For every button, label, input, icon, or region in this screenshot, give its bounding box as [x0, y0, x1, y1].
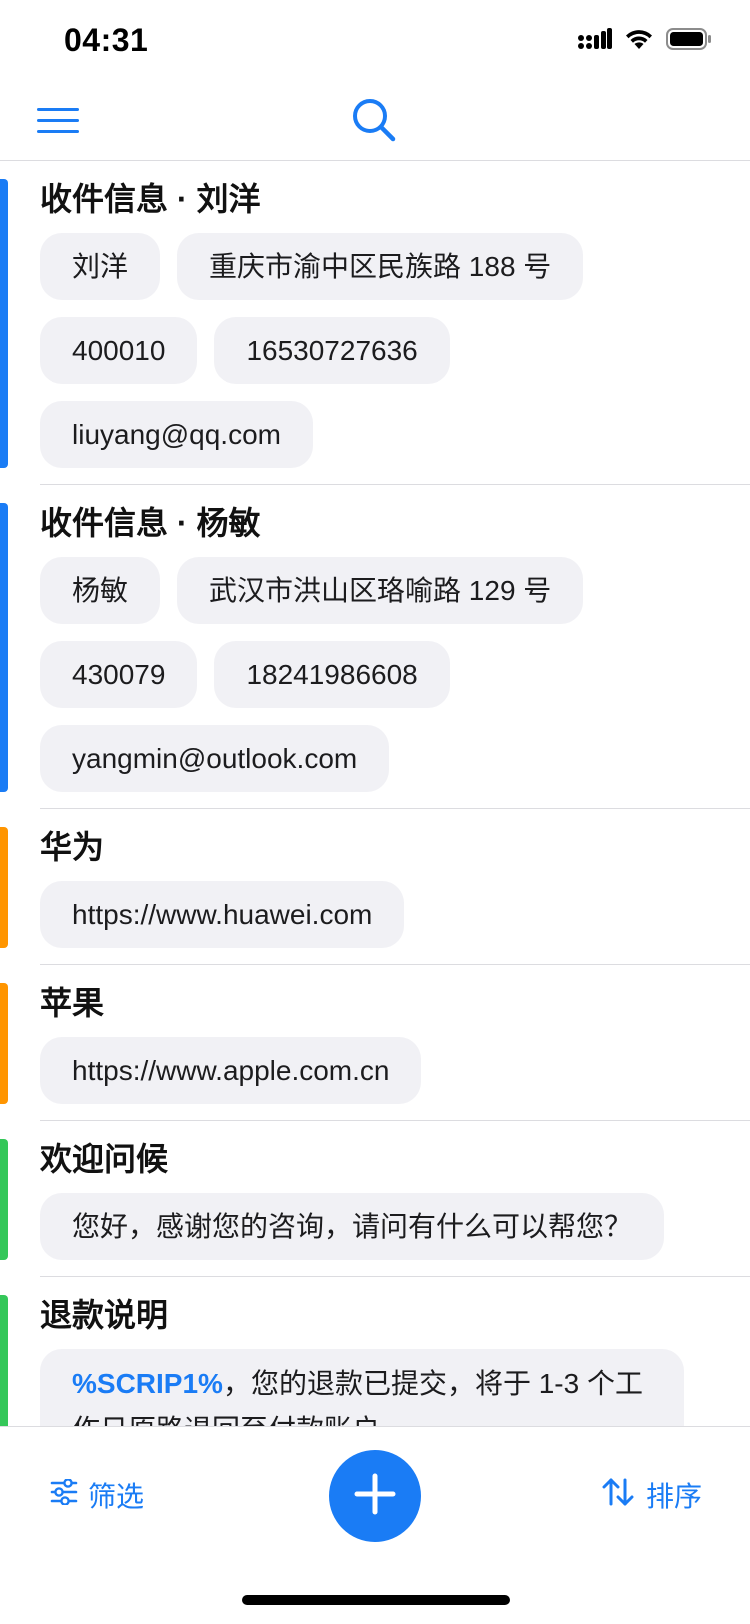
top-nav-bar — [0, 84, 750, 161]
card-title: 收件信息 · 刘洋 — [40, 181, 261, 217]
chip-group: 杨敏 武汉市洪山区珞喻路 129 号 430079 18241986608 ya… — [40, 557, 750, 792]
category-color-bar — [0, 179, 8, 468]
category-color-bar — [0, 827, 8, 948]
category-color-bar — [0, 1295, 8, 1426]
field-chip[interactable]: 400010 — [40, 317, 198, 384]
text-chip[interactable]: %SCRIP1%，您的退款已提交，将于 1-3 个工作日原路退回至付款账户。 — [40, 1349, 684, 1426]
url-chip[interactable]: https://www.huawei.com — [40, 881, 405, 948]
battery-icon — [666, 27, 712, 55]
card-title: 退款说明 — [40, 1297, 169, 1333]
sort-label: 排序 — [645, 1481, 702, 1512]
status-time: 04:31 — [64, 22, 149, 58]
category-color-bar — [0, 983, 8, 1104]
category-color-bar — [0, 503, 8, 792]
search-icon — [350, 99, 400, 150]
filter-label: 筛选 — [88, 1481, 145, 1512]
app-screen: 04:31 收件信息 · 刘洋 刘洋 重庆市渝中区民族路 188 号 40001… — [0, 0, 750, 1624]
chip-group: https://www.huawei.com — [40, 881, 750, 948]
category-color-bar — [0, 1139, 8, 1260]
field-chip[interactable]: liuyang@qq.com — [40, 401, 313, 468]
hamburger-menu-icon — [36, 108, 82, 142]
filter-button[interactable]: 筛选 — [50, 1475, 144, 1515]
snippet-card[interactable]: 欢迎问候 您好，感谢您的咨询，请问有什么可以帮您？ — [0, 1121, 750, 1277]
home-indicator — [242, 1595, 510, 1605]
card-title: 欢迎问候 — [40, 1141, 169, 1177]
url-chip[interactable]: https://www.apple.com.cn — [40, 1037, 422, 1104]
status-bar: 04:31 — [0, 0, 750, 84]
field-chip[interactable]: 重庆市渝中区民族路 188 号 — [177, 233, 584, 300]
wifi-icon — [624, 28, 654, 55]
snippet-card[interactable]: 收件信息 · 刘洋 刘洋 重庆市渝中区民族路 188 号 400010 1653… — [0, 161, 750, 485]
sliders-icon — [50, 1477, 78, 1512]
menu-button[interactable] — [36, 104, 82, 138]
field-chip[interactable]: 武汉市洪山区珞喻路 129 号 — [177, 557, 584, 624]
snippet-card[interactable]: 华为 https://www.huawei.com — [0, 809, 750, 965]
chip-group: 刘洋 重庆市渝中区民族路 188 号 400010 16530727636 li… — [40, 233, 750, 468]
search-button[interactable] — [350, 96, 400, 146]
snippet-card[interactable]: 苹果 https://www.apple.com.cn — [0, 965, 750, 1121]
placeholder-token: %SCRIP1% — [72, 1368, 223, 1399]
field-chip[interactable]: 杨敏 — [40, 557, 161, 624]
snippet-card[interactable]: 退款说明 %SCRIP1%，您的退款已提交，将于 1-3 个工作日原路退回至付款… — [0, 1277, 750, 1426]
plus-icon — [353, 1472, 397, 1521]
card-title: 华为 — [40, 829, 105, 865]
card-title: 收件信息 · 杨敏 — [40, 505, 261, 541]
add-button[interactable] — [329, 1450, 421, 1542]
field-chip[interactable]: 刘洋 — [40, 233, 161, 300]
bottom-toolbar: 筛选 排序 — [0, 1426, 750, 1624]
snippet-list[interactable]: 收件信息 · 刘洋 刘洋 重庆市渝中区民族路 188 号 400010 1653… — [0, 161, 750, 1426]
card-title: 苹果 — [40, 985, 105, 1021]
field-chip[interactable]: yangmin@outlook.com — [40, 725, 390, 792]
field-chip[interactable]: 16530727636 — [214, 317, 450, 384]
sort-arrows-icon — [602, 1477, 634, 1514]
status-icons — [578, 26, 712, 56]
field-chip[interactable]: 430079 — [40, 641, 198, 708]
chip-group: https://www.apple.com.cn — [40, 1037, 750, 1104]
chip-group: %SCRIP1%，您的退款已提交，将于 1-3 个工作日原路退回至付款账户。 — [40, 1349, 750, 1426]
sort-button[interactable]: 排序 — [602, 1475, 702, 1515]
cellular-signal-icon — [578, 27, 612, 55]
field-chip[interactable]: 18241986608 — [214, 641, 450, 708]
snippet-card[interactable]: 收件信息 · 杨敏 杨敏 武汉市洪山区珞喻路 129 号 430079 1824… — [0, 485, 750, 809]
chip-group: 您好，感谢您的咨询，请问有什么可以帮您？ — [40, 1193, 750, 1260]
text-chip[interactable]: 您好，感谢您的咨询，请问有什么可以帮您？ — [40, 1193, 665, 1260]
